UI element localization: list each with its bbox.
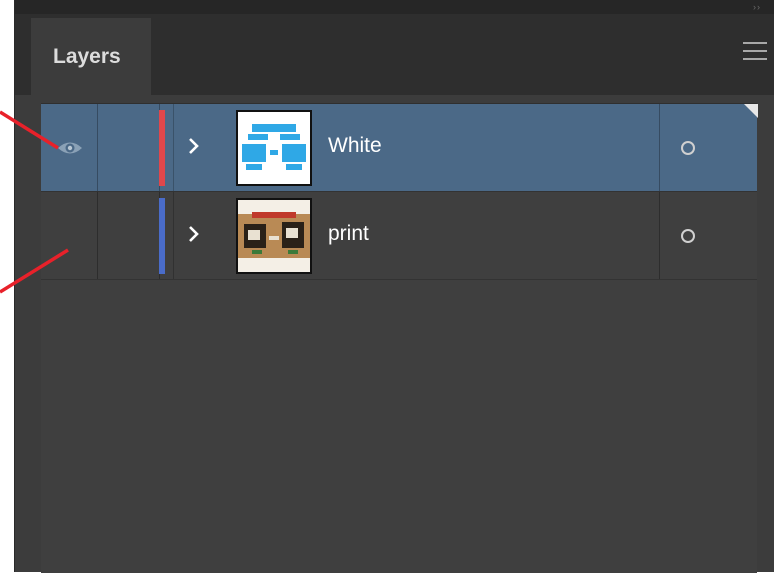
annotation-arrows xyxy=(0,110,69,294)
annotation-arrow-hidden xyxy=(0,248,69,294)
annotation-arrow-eye xyxy=(0,110,59,150)
